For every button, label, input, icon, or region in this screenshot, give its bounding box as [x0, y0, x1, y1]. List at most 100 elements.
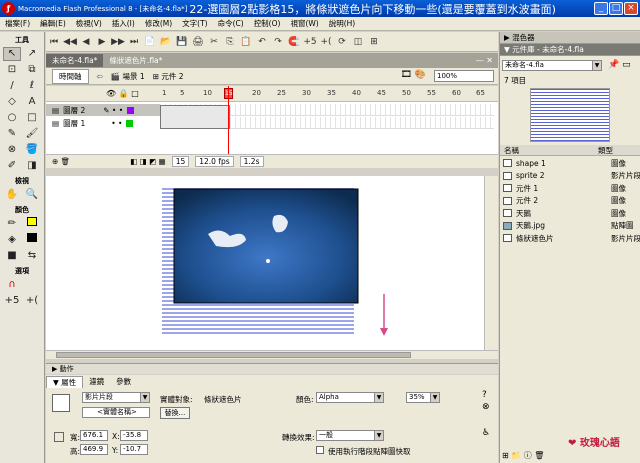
undo-icon[interactable]: ↶	[254, 37, 270, 47]
chevron-down-icon[interactable]: ▼	[140, 392, 150, 403]
play-icon[interactable]: ▶	[94, 37, 110, 47]
maximize-button[interactable]: □	[609, 2, 623, 15]
lasso-tool-icon[interactable]: ℓ	[23, 79, 41, 93]
breadcrumb-symbol[interactable]: ⊞ 元件 2	[153, 71, 184, 82]
chevron-down-icon[interactable]: ▼	[430, 392, 440, 403]
first-frame-icon[interactable]: ⏮	[46, 37, 62, 47]
straighten-toolbar-icon[interactable]: +(	[318, 37, 334, 47]
library-item[interactable]: 條狀遮色片 影片片段	[500, 232, 640, 245]
breadcrumb-scene[interactable]: 🎬 場景 1	[111, 71, 145, 82]
col-name[interactable]: 名稱	[500, 145, 598, 155]
zoom-tool-icon[interactable]: 🔍	[23, 188, 41, 202]
actions-panel-header[interactable]: ▶ 動作	[46, 363, 498, 374]
library-footer-icons[interactable]: ⊞ 📁 ⓘ 🗑	[502, 450, 544, 461]
brush-tool-icon[interactable]: 🖌	[23, 127, 41, 141]
stage-horizontal-scrollbar[interactable]	[46, 350, 498, 359]
paste-icon[interactable]: 📋	[238, 37, 254, 47]
scale-icon[interactable]: ◫	[350, 37, 366, 47]
layer-toggle-icons[interactable]: 👁 🔒 □	[106, 89, 139, 98]
stroke-color-swatch[interactable]	[23, 217, 41, 231]
library-item[interactable]: sprite 2 影片片段	[500, 170, 640, 183]
scroll-thumb[interactable]	[56, 352, 411, 358]
close-button[interactable]: ×	[624, 2, 638, 15]
edit-scene-icon[interactable]: 🎞 🎨	[401, 70, 427, 80]
pin-icon[interactable]: 📌 ▭	[608, 60, 631, 70]
smooth-icon[interactable]: +5	[3, 294, 21, 308]
text-tool-icon[interactable]: A	[23, 95, 41, 109]
rectangle-tool-icon[interactable]: □	[23, 111, 41, 125]
straighten-icon[interactable]: +(	[23, 294, 41, 308]
y-input[interactable]: -10.7	[120, 444, 148, 455]
redo-icon[interactable]: ↷	[270, 37, 286, 47]
menu-commands[interactable]: 命令(C)	[213, 18, 249, 29]
library-item[interactable]: 元件 1 圖像	[500, 182, 640, 195]
tab-filters[interactable]: 濾鏡	[83, 376, 110, 387]
print-icon[interactable]: 🖨	[190, 37, 206, 47]
minimize-button[interactable]: _	[594, 2, 608, 15]
snap-magnet-icon[interactable]: ∩	[3, 278, 21, 292]
library-item[interactable]: 天鵝 圖像	[500, 207, 640, 220]
save-icon[interactable]: 💾	[174, 37, 190, 47]
chevron-down-icon[interactable]: ▼	[592, 60, 602, 71]
add-layer-icon[interactable]: ⊕ 🗑	[52, 157, 70, 166]
accessibility-icon[interactable]: ♿	[482, 428, 490, 438]
step-back-icon[interactable]: ◀	[78, 37, 94, 47]
menu-insert[interactable]: 插入(I)	[107, 18, 140, 29]
menu-window[interactable]: 視窗(W)	[285, 18, 323, 29]
paint-bucket-tool-icon[interactable]: 🪣	[23, 143, 41, 157]
swap-colors-icon[interactable]: ⇆	[23, 249, 41, 263]
onion-skin-icons[interactable]: ◧ ◨ ◩ ▦	[130, 157, 166, 166]
menu-file[interactable]: 檔案(F)	[0, 18, 35, 29]
eyedropper-tool-icon[interactable]: ✐	[3, 159, 21, 173]
col-type[interactable]: 類型	[598, 145, 613, 155]
tween-span[interactable]	[160, 105, 230, 129]
stage-area[interactable]	[46, 176, 498, 350]
chevron-down-icon[interactable]: ▼	[374, 430, 384, 441]
swap-button[interactable]: 替換...	[160, 407, 190, 419]
cut-icon[interactable]: ✂	[206, 37, 222, 47]
align-icon[interactable]: ⊞	[366, 37, 382, 47]
chevron-down-icon[interactable]: ▼	[374, 392, 384, 403]
pen-tool-icon[interactable]: ◇	[3, 95, 21, 109]
library-header[interactable]: ▼ 元件庫 - 未命名-4.fla	[500, 44, 640, 56]
instance-name-input[interactable]: <實體名稱>	[82, 407, 150, 418]
smooth-toolbar-icon[interactable]: +5	[302, 37, 318, 47]
layer-row-1[interactable]: ▤ 圖層 1 • •	[46, 117, 160, 129]
stage-vertical-scrollbar[interactable]	[484, 176, 498, 350]
oval-tool-icon[interactable]: ○	[3, 111, 21, 125]
width-input[interactable]: 676.1	[80, 430, 108, 441]
open-file-icon[interactable]: 📂	[158, 37, 174, 47]
subselect-tool-icon[interactable]: ↗	[23, 47, 41, 61]
menu-control[interactable]: 控制(O)	[249, 18, 286, 29]
help-icon[interactable]: ?	[482, 390, 487, 400]
last-frame-icon[interactable]: ⏭	[126, 37, 142, 47]
free-transform-tool-icon[interactable]: ⊡	[3, 63, 21, 77]
library-file-select[interactable]: 未命名-4.fla	[502, 60, 602, 71]
menu-modify[interactable]: 修改(M)	[140, 18, 177, 29]
zoom-select[interactable]: 100%	[434, 70, 494, 82]
lock-ratio-icon[interactable]	[54, 432, 64, 442]
tab-properties[interactable]: ▼ 屬性	[46, 375, 84, 388]
copy-icon[interactable]: ⎘	[222, 37, 238, 47]
menu-text[interactable]: 文字(T)	[177, 18, 212, 29]
stroke-color-icon[interactable]: ✏	[3, 217, 21, 231]
x-input[interactable]: -35.8	[120, 430, 148, 441]
eraser-tool-icon[interactable]: ◨	[23, 159, 41, 173]
menu-edit[interactable]: 編輯(E)	[35, 18, 71, 29]
new-file-icon[interactable]: 📄	[142, 37, 158, 47]
cache-checkbox[interactable]	[316, 446, 324, 454]
timeline-toggle-button[interactable]: 時間軸	[52, 68, 89, 84]
selection-tool-icon[interactable]: ↖	[3, 47, 21, 61]
snap-icon[interactable]: 🧲	[286, 37, 302, 47]
doc-close-icon[interactable]: — ✕	[476, 56, 498, 65]
collapse-icon[interactable]: ⊗	[482, 402, 490, 412]
menu-view[interactable]: 檢視(V)	[71, 18, 107, 29]
library-item[interactable]: 天鵝.jpg 點陣圖	[500, 220, 640, 233]
ink-bottle-tool-icon[interactable]: ⊗	[3, 143, 21, 157]
pencil-tool-icon[interactable]: ✎	[3, 127, 21, 141]
stage-canvas[interactable]	[46, 176, 498, 350]
library-item[interactable]: shape 1 圖像	[500, 157, 640, 170]
library-item[interactable]: 元件 2 圖像	[500, 195, 640, 208]
tab-parameters[interactable]: 參數	[110, 376, 137, 387]
height-input[interactable]: 469.9	[80, 444, 108, 455]
